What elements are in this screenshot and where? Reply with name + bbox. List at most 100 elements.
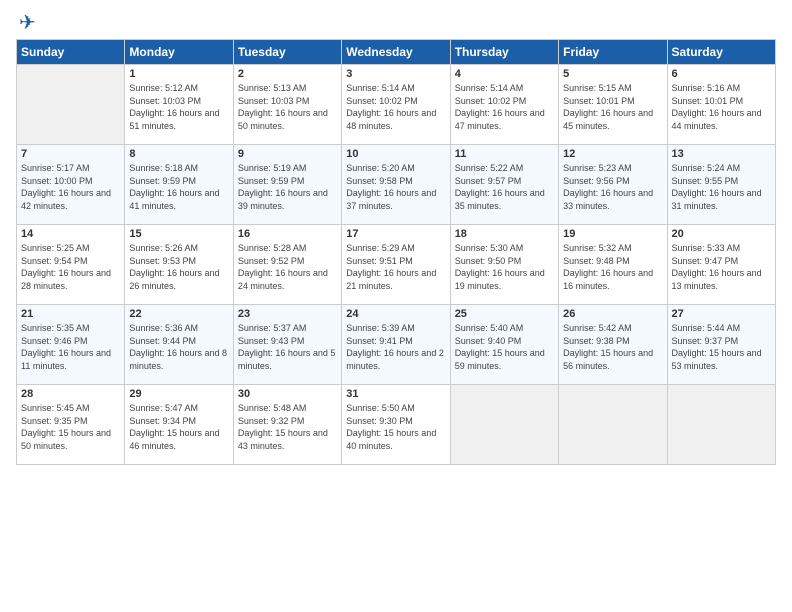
day-number: 25 (455, 308, 554, 320)
day-info: Sunrise: 5:26 AMSunset: 9:53 PMDaylight:… (129, 242, 228, 292)
calendar-week-row: 7 Sunrise: 5:17 AMSunset: 10:00 PMDayligh… (17, 145, 776, 225)
calendar-day-cell: 11Sunrise: 5:22 AMSunset: 9:57 PMDayligh… (450, 145, 558, 225)
calendar-day-cell: 27 Sunrise: 5:44 AMSunset: 9:37 PMDayligh… (667, 305, 775, 385)
calendar-day-cell: 16Sunrise: 5:28 AMSunset: 9:52 PMDayligh… (233, 225, 341, 305)
day-number: 3 (346, 68, 445, 80)
calendar-day-cell (17, 65, 125, 145)
day-info: Sunrise: 5:25 AMSunset: 9:54 PMDaylight:… (21, 242, 120, 292)
weekday-header: Friday (559, 40, 667, 65)
day-info: Sunrise: 5:17 AMSunset: 10:00 PMDaylight… (21, 162, 120, 212)
weekday-header: Saturday (667, 40, 775, 65)
day-number: 21 (21, 308, 120, 320)
calendar-day-cell: 9Sunrise: 5:19 AMSunset: 9:59 PMDaylight… (233, 145, 341, 225)
calendar-day-cell: 22 Sunrise: 5:36 AMSunset: 9:44 PMDayligh… (125, 305, 233, 385)
calendar-day-cell: 24 Sunrise: 5:39 AMSunset: 9:41 PMDayligh… (342, 305, 450, 385)
day-number: 29 (129, 388, 228, 400)
day-info: Sunrise: 5:23 AMSunset: 9:56 PMDaylight:… (563, 162, 662, 212)
calendar-day-cell: 12 Sunrise: 5:23 AMSunset: 9:56 PMDayligh… (559, 145, 667, 225)
calendar-day-cell: 7 Sunrise: 5:17 AMSunset: 10:00 PMDayligh… (17, 145, 125, 225)
calendar-week-row: 28 Sunrise: 5:45 AMSunset: 9:35 PMDayligh… (17, 385, 776, 465)
day-number: 30 (238, 388, 337, 400)
day-info: Sunrise: 5:24 AMSunset: 9:55 PMDaylight:… (672, 162, 771, 212)
day-info: Sunrise: 5:14 AMSunset: 10:02 PMDaylight… (455, 82, 554, 132)
day-info: Sunrise: 5:13 AMSunset: 10:03 PMDaylight… (238, 82, 337, 132)
logo: ✈ (16, 10, 36, 35)
calendar-day-cell: 13 Sunrise: 5:24 AMSunset: 9:55 PMDayligh… (667, 145, 775, 225)
day-number: 10 (346, 148, 445, 160)
day-number: 31 (346, 388, 445, 400)
calendar-day-cell: 28 Sunrise: 5:45 AMSunset: 9:35 PMDayligh… (17, 385, 125, 465)
day-number: 2 (238, 68, 337, 80)
weekday-header: Wednesday (342, 40, 450, 65)
day-info: Sunrise: 5:37 AMSunset: 9:43 PMDaylight:… (238, 322, 337, 372)
day-number: 12 (563, 148, 662, 160)
weekday-header: Sunday (17, 40, 125, 65)
day-info: Sunrise: 5:32 AMSunset: 9:48 PMDaylight:… (563, 242, 662, 292)
page: ✈ SundayMondayTuesdayWednesdayThursdayFr… (0, 0, 792, 475)
header: ✈ (16, 10, 776, 35)
day-number: 20 (672, 228, 771, 240)
day-info: Sunrise: 5:30 AMSunset: 9:50 PMDaylight:… (455, 242, 554, 292)
calendar-header-row: SundayMondayTuesdayWednesdayThursdayFrid… (17, 40, 776, 65)
calendar-day-cell: 29 Sunrise: 5:47 AMSunset: 9:34 PMDayligh… (125, 385, 233, 465)
calendar-day-cell: 3 Sunrise: 5:14 AMSunset: 10:02 PMDayligh… (342, 65, 450, 145)
day-number: 4 (455, 68, 554, 80)
day-number: 15 (129, 228, 228, 240)
calendar-day-cell: 5 Sunrise: 5:15 AMSunset: 10:01 PMDayligh… (559, 65, 667, 145)
day-number: 1 (129, 68, 228, 80)
logo-bird-icon: ✈ (19, 10, 36, 35)
day-number: 7 (21, 148, 120, 160)
day-number: 23 (238, 308, 337, 320)
day-number: 27 (672, 308, 771, 320)
calendar-day-cell (559, 385, 667, 465)
weekday-header: Thursday (450, 40, 558, 65)
weekday-header: Monday (125, 40, 233, 65)
calendar-day-cell: 6Sunrise: 5:16 AMSunset: 10:01 PMDayligh… (667, 65, 775, 145)
day-info: Sunrise: 5:14 AMSunset: 10:02 PMDaylight… (346, 82, 445, 132)
day-info: Sunrise: 5:36 AMSunset: 9:44 PMDaylight:… (129, 322, 228, 372)
day-info: Sunrise: 5:42 AMSunset: 9:38 PMDaylight:… (563, 322, 662, 372)
calendar-week-row: 14 Sunrise: 5:25 AMSunset: 9:54 PMDayligh… (17, 225, 776, 305)
day-info: Sunrise: 5:20 AMSunset: 9:58 PMDaylight:… (346, 162, 445, 212)
day-number: 11 (455, 148, 554, 160)
day-number: 28 (21, 388, 120, 400)
calendar-day-cell: 20Sunrise: 5:33 AMSunset: 9:47 PMDayligh… (667, 225, 775, 305)
day-number: 26 (563, 308, 662, 320)
day-info: Sunrise: 5:40 AMSunset: 9:40 PMDaylight:… (455, 322, 554, 372)
calendar-day-cell: 31Sunrise: 5:50 AMSunset: 9:30 PMDayligh… (342, 385, 450, 465)
calendar-day-cell (450, 385, 558, 465)
calendar-day-cell: 19 Sunrise: 5:32 AMSunset: 9:48 PMDayligh… (559, 225, 667, 305)
day-info: Sunrise: 5:16 AMSunset: 10:01 PMDaylight… (672, 82, 771, 132)
day-info: Sunrise: 5:47 AMSunset: 9:34 PMDaylight:… (129, 402, 228, 452)
weekday-header: Tuesday (233, 40, 341, 65)
day-number: 18 (455, 228, 554, 240)
day-number: 22 (129, 308, 228, 320)
calendar-week-row: 21Sunrise: 5:35 AMSunset: 9:46 PMDayligh… (17, 305, 776, 385)
calendar-week-row: 1Sunrise: 5:12 AMSunset: 10:03 PMDayligh… (17, 65, 776, 145)
day-info: Sunrise: 5:15 AMSunset: 10:01 PMDaylight… (563, 82, 662, 132)
calendar-day-cell: 30 Sunrise: 5:48 AMSunset: 9:32 PMDayligh… (233, 385, 341, 465)
calendar-day-cell: 1Sunrise: 5:12 AMSunset: 10:03 PMDayligh… (125, 65, 233, 145)
day-info: Sunrise: 5:45 AMSunset: 9:35 PMDaylight:… (21, 402, 120, 452)
day-info: Sunrise: 5:44 AMSunset: 9:37 PMDaylight:… (672, 322, 771, 372)
day-number: 13 (672, 148, 771, 160)
calendar-day-cell: 4 Sunrise: 5:14 AMSunset: 10:02 PMDayligh… (450, 65, 558, 145)
day-info: Sunrise: 5:39 AMSunset: 9:41 PMDaylight:… (346, 322, 445, 372)
calendar-day-cell: 26 Sunrise: 5:42 AMSunset: 9:38 PMDayligh… (559, 305, 667, 385)
calendar-day-cell: 10 Sunrise: 5:20 AMSunset: 9:58 PMDayligh… (342, 145, 450, 225)
day-info: Sunrise: 5:18 AMSunset: 9:59 PMDaylight:… (129, 162, 228, 212)
calendar-day-cell: 8 Sunrise: 5:18 AMSunset: 9:59 PMDaylight… (125, 145, 233, 225)
day-number: 8 (129, 148, 228, 160)
calendar-day-cell: 21Sunrise: 5:35 AMSunset: 9:46 PMDayligh… (17, 305, 125, 385)
calendar-day-cell (667, 385, 775, 465)
day-info: Sunrise: 5:48 AMSunset: 9:32 PMDaylight:… (238, 402, 337, 452)
calendar-day-cell: 15 Sunrise: 5:26 AMSunset: 9:53 PMDayligh… (125, 225, 233, 305)
day-number: 17 (346, 228, 445, 240)
calendar-day-cell: 25 Sunrise: 5:40 AMSunset: 9:40 PMDayligh… (450, 305, 558, 385)
day-number: 9 (238, 148, 337, 160)
day-number: 14 (21, 228, 120, 240)
day-number: 5 (563, 68, 662, 80)
day-number: 16 (238, 228, 337, 240)
day-number: 19 (563, 228, 662, 240)
day-number: 24 (346, 308, 445, 320)
